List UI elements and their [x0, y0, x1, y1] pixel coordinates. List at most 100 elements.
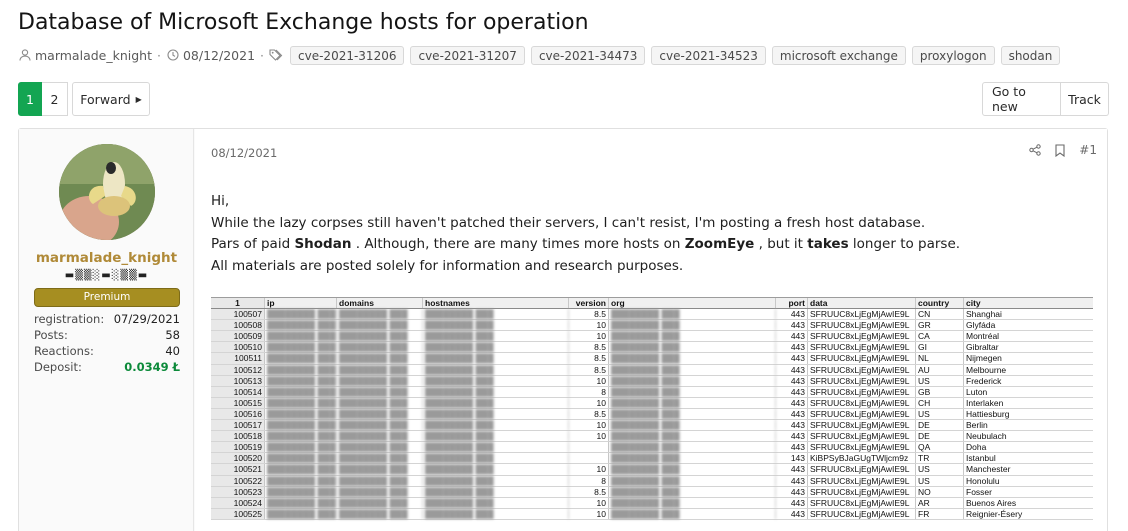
tag[interactable]: cve-2021-31207: [410, 45, 525, 65]
redacted-cell: ████████ ███: [337, 453, 423, 464]
table-cell: SFRUUC8xLjEgMjAwIE9L: [808, 486, 916, 497]
bookmark-icon[interactable]: [1055, 143, 1065, 157]
redacted-cell: ████████ ███: [337, 386, 423, 397]
table-cell: 8: [569, 475, 609, 486]
forward-button[interactable]: Forward ▶: [72, 82, 150, 116]
redacted-cell: ████████ ███: [337, 331, 423, 342]
page-2-button[interactable]: 2: [42, 82, 68, 116]
redacted-cell: ████████ ███: [267, 475, 337, 486]
tag[interactable]: microsoft exchange: [771, 45, 906, 65]
redacted-cell: ████████ ███: [423, 397, 569, 408]
post-actions: #1: [1015, 143, 1097, 157]
redacted-cell: ████████ ███: [609, 475, 776, 486]
tag[interactable]: proxylogon: [911, 45, 995, 65]
table-cell: SFRUUC8xLjEgMjAwIE9L: [808, 364, 916, 375]
tag[interactable]: cve-2021-34523: [651, 45, 766, 65]
redacted-cell: ████████ ███: [267, 320, 337, 331]
table-row: 100508 ████████ ███ ████████ ███ ████████ █…: [211, 320, 1093, 332]
go-to-new-button[interactable]: Go to new: [982, 82, 1061, 116]
table-row: 100523 ████████ ███ ████████ ███ ████████ █…: [211, 486, 1093, 498]
thread-toolbar: Go to new Track: [982, 82, 1109, 116]
table-cell: 100509: [211, 331, 265, 342]
redacted-cell: ████████ ███: [423, 508, 569, 519]
table-row: 100522 ████████ ███ ████████ ███ ████████ █…: [211, 475, 1093, 487]
table-cell: Glyfáda: [966, 320, 996, 331]
header-cell: ip: [265, 298, 337, 309]
header-cell: country: [916, 298, 964, 309]
thread-date-link[interactable]: 08/12/2021: [183, 48, 255, 63]
table-cell: GB: [916, 386, 964, 397]
redacted-cell: ████████ ███: [609, 397, 776, 408]
post-username[interactable]: marmalade_knight: [19, 250, 194, 266]
table-cell: CA: [916, 331, 964, 342]
avatar[interactable]: [59, 144, 155, 240]
share-icon[interactable]: [1029, 144, 1041, 156]
caret-right-icon: ▶: [135, 94, 142, 104]
table-row: 100520 ████████ ███ ████████ ███ ████████ █…: [211, 453, 1093, 465]
tag[interactable]: cve-2021-31206: [290, 45, 405, 65]
header-cell: hostnames: [423, 298, 569, 309]
redacted-cell: ████████ ███: [337, 353, 423, 364]
page-1-button[interactable]: 1: [18, 82, 42, 116]
table-cell: 443: [776, 342, 808, 353]
redacted-cell: ████████ ███: [267, 453, 337, 464]
thread-author-link[interactable]: marmalade_knight: [35, 48, 152, 63]
table-row: 100509 ████████ ███ ████████ ███ ████████ █…: [211, 331, 1093, 343]
table-cell: 100525: [211, 508, 265, 519]
post-user-column: marmalade_knight ▬▒▒░▬░▒▒▬ Premium regis…: [19, 129, 194, 531]
table-cell: 10: [569, 320, 609, 331]
track-button[interactable]: Track: [1061, 82, 1109, 116]
table-cell: DE: [916, 431, 964, 442]
table-cell: 8.5: [569, 408, 609, 420]
table-cell: Doha: [966, 442, 987, 453]
table-cell: 443: [776, 309, 808, 320]
redacted-cell: ████████ ███: [267, 464, 337, 475]
redacted-cell: ████████ ███: [337, 375, 423, 386]
redacted-cell: ████████ ███: [337, 364, 423, 375]
redacted-cell: ████████ ███: [423, 386, 569, 397]
table-row: 100507 ████████ ███ ████████ ███ ████████ █…: [211, 309, 1093, 321]
table-cell: 443: [776, 397, 808, 408]
post-number-link[interactable]: #1: [1079, 143, 1097, 157]
redacted-cell: ████████ ███: [609, 464, 776, 475]
table-cell: 100515: [211, 397, 265, 408]
table-cell: Istanbul: [966, 453, 996, 464]
table-cell: 443: [776, 464, 808, 475]
redacted-cell: ████████ ███: [337, 508, 423, 519]
redacted-cell: ████████ ███: [609, 442, 776, 453]
table-cell: 8.5: [569, 364, 609, 375]
table-cell: Honolulu: [966, 475, 1000, 486]
spreadsheet-image[interactable]: 1 ip domains hostnames version org port …: [211, 297, 1093, 531]
table-cell: 100507: [211, 309, 265, 320]
table-cell: 100513: [211, 375, 265, 386]
takes-bold: takes: [807, 236, 849, 252]
redacted-cell: ████████ ███: [337, 397, 423, 408]
table-cell: Interlaken: [966, 397, 1004, 408]
table-cell: 443: [776, 364, 808, 375]
redacted-cell: ████████ ███: [609, 408, 776, 420]
redacted-cell: ████████ ███: [267, 342, 337, 353]
tag[interactable]: cve-2021-34473: [530, 45, 646, 65]
table-row: 100514 ████████ ███ ████████ ███ ████████ █…: [211, 386, 1093, 398]
redacted-cell: ████████ ███: [337, 497, 423, 508]
redacted-cell: ████████ ███: [423, 464, 569, 475]
post-line-3: All materials are posted solely for info…: [211, 257, 684, 274]
stat-posts: Posts: 58: [34, 327, 180, 343]
table-cell: Frederick: [966, 375, 1002, 386]
thread-title: Database of Microsoft Exchange hosts for…: [18, 10, 589, 35]
tag[interactable]: shodan: [1000, 45, 1061, 65]
redacted-cell: ████████ ███: [423, 431, 569, 442]
stat-value: 0.0349 Ł: [124, 360, 180, 374]
table-cell: Berlin: [966, 420, 988, 431]
text-span: longer to parse.: [848, 236, 961, 252]
table-cell: CH: [916, 397, 964, 408]
table-cell: 443: [776, 486, 808, 497]
stat-value: 40: [165, 344, 180, 358]
table-cell: SFRUUC8xLjEgMjAwIE9L: [808, 397, 916, 408]
redacted-cell: ████████ ███: [337, 442, 423, 453]
table-row: 100510 ████████ ███ ████████ ███ ████████ █…: [211, 342, 1093, 354]
table-cell: Nijmegen: [966, 353, 1002, 364]
table-cell: SFRUUC8xLjEgMjAwIE9L: [808, 386, 916, 397]
table-cell: 100518: [211, 431, 265, 442]
post-date-link[interactable]: 08/12/2021: [211, 146, 277, 160]
